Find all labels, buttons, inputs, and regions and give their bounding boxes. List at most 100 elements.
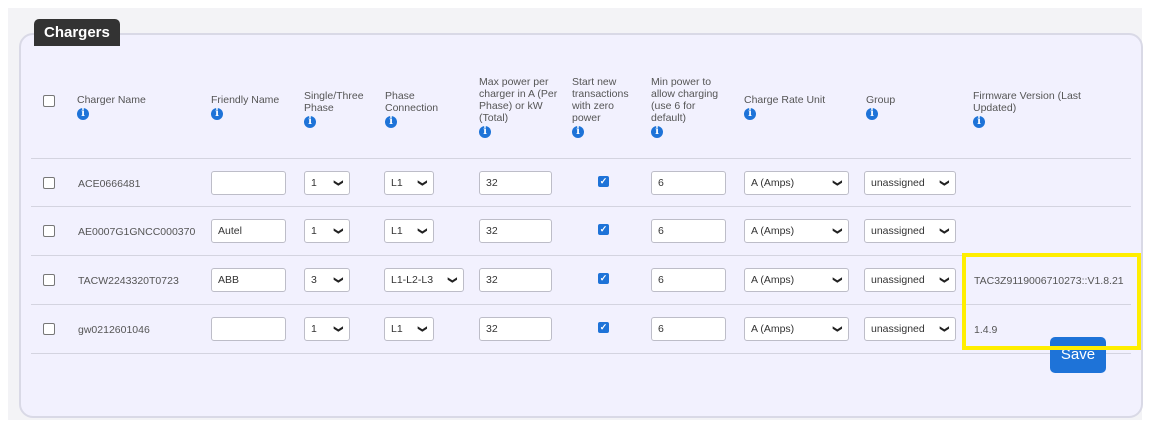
chevron-down-icon: ❯ (940, 179, 951, 187)
chevron-down-icon: ❯ (334, 227, 345, 235)
chevron-down-icon: ❯ (833, 325, 844, 333)
header-firmware: Firmware Version (Last Updated) i (973, 90, 1083, 128)
info-icon[interactable]: i (304, 116, 316, 128)
zero-power-checkbox[interactable]: ✓ (598, 224, 609, 235)
header-phase-connection: Phase Connection i (385, 90, 451, 128)
max-power-input[interactable]: 32 (479, 317, 552, 341)
panel-title-tab: Chargers (34, 19, 120, 46)
group-select[interactable]: unassigned ❯ (864, 268, 956, 292)
chargers-panel: Charger Name i Friendly Name i Single/Th… (19, 33, 1143, 418)
firmware-version: 1.4.9 (974, 324, 998, 336)
group-value: unassigned (871, 225, 925, 237)
charger-name: AE0007G1GNCC000370 (78, 226, 196, 238)
phase-select[interactable]: 1 ❯ (304, 317, 350, 341)
phase-select[interactable]: 3 ❯ (304, 268, 350, 292)
header-max-power-label: Max power per charger in A (Per Phase) o… (479, 76, 558, 124)
save-button[interactable]: Save (1050, 337, 1106, 373)
header-charger-name: Charger Name i (77, 94, 167, 120)
row-checkbox[interactable] (43, 177, 55, 189)
charge-rate-unit-value: A (Amps) (751, 323, 795, 335)
chevron-down-icon: ❯ (940, 325, 951, 333)
header-firmware-label: Firmware Version (Last Updated) (973, 90, 1081, 114)
header-group-label: Group (866, 94, 896, 106)
select-all-checkbox[interactable] (43, 95, 55, 107)
phase-select-value: 1 (311, 225, 317, 237)
row-divider (31, 353, 1131, 354)
row-checkbox[interactable] (43, 274, 55, 286)
phase-connection-select[interactable]: L1 ❯ (384, 171, 434, 195)
header-charger-name-label: Charger Name (77, 94, 146, 106)
min-power-input[interactable]: 6 (651, 317, 726, 341)
firmware-version: TAC3Z9119006710273::V1.8.21 (974, 275, 1124, 287)
phase-select-value: 1 (311, 323, 317, 335)
chevron-down-icon: ❯ (418, 179, 429, 187)
phase-connection-select[interactable]: L1 ❯ (384, 317, 434, 341)
min-power-input[interactable]: 6 (651, 171, 726, 195)
charge-rate-unit-select[interactable]: A (Amps) ❯ (744, 171, 849, 195)
group-select[interactable]: unassigned ❯ (864, 219, 956, 243)
chevron-down-icon: ❯ (833, 276, 844, 284)
info-icon[interactable]: i (973, 116, 985, 128)
max-power-input[interactable]: 32 (479, 219, 552, 243)
info-icon[interactable]: i (572, 126, 584, 138)
row-divider (31, 304, 1131, 305)
header-phase: Single/Three Phase i (304, 90, 370, 128)
charge-rate-unit-select[interactable]: A (Amps) ❯ (744, 317, 849, 341)
group-value: unassigned (871, 177, 925, 189)
header-group: Group i (866, 94, 926, 120)
phase-connection-select[interactable]: L1-L2-L3 ❯ (384, 268, 464, 292)
friendly-name-input[interactable]: Autel (211, 219, 286, 243)
group-value: unassigned (871, 274, 925, 286)
min-power-input[interactable]: 6 (651, 219, 726, 243)
group-select[interactable]: unassigned ❯ (864, 171, 956, 195)
info-icon[interactable]: i (651, 126, 663, 138)
max-power-input[interactable]: 32 (479, 171, 552, 195)
row-divider (31, 255, 1131, 256)
row-checkbox[interactable] (43, 323, 55, 335)
info-icon[interactable]: i (385, 116, 397, 128)
zero-power-checkbox[interactable]: ✓ (598, 322, 609, 333)
group-select[interactable]: unassigned ❯ (864, 317, 956, 341)
phase-connection-value: L1-L2-L3 (391, 274, 434, 286)
zero-power-checkbox[interactable]: ✓ (598, 273, 609, 284)
header-min-power-label: Min power to allow charging (use 6 for d… (651, 76, 719, 124)
charge-rate-unit-select[interactable]: A (Amps) ❯ (744, 219, 849, 243)
chevron-down-icon: ❯ (418, 227, 429, 235)
zero-power-checkbox[interactable]: ✓ (598, 176, 609, 187)
info-icon[interactable]: i (77, 108, 89, 120)
header-phase-connection-label: Phase Connection (385, 90, 439, 114)
header-friendly-name-label: Friendly Name (211, 94, 280, 106)
info-icon[interactable]: i (744, 108, 756, 120)
chevron-down-icon: ❯ (418, 325, 429, 333)
friendly-name-input[interactable]: ABB (211, 268, 286, 292)
header-start-zero-power-label: Start new transactions with zero power (572, 76, 629, 124)
charge-rate-unit-select[interactable]: A (Amps) ❯ (744, 268, 849, 292)
chevron-down-icon: ❯ (334, 276, 345, 284)
phase-select[interactable]: 1 ❯ (304, 219, 350, 243)
header-friendly-name: Friendly Name i (211, 94, 291, 120)
chevron-down-icon: ❯ (448, 276, 459, 284)
phase-connection-select[interactable]: L1 ❯ (384, 219, 434, 243)
header-charge-rate-unit: Charge Rate Unit i (744, 94, 854, 120)
charge-rate-unit-value: A (Amps) (751, 177, 795, 189)
info-icon[interactable]: i (211, 108, 223, 120)
info-icon[interactable]: i (866, 108, 878, 120)
chevron-down-icon: ❯ (334, 179, 345, 187)
row-checkbox[interactable] (43, 225, 55, 237)
header-max-power: Max power per charger in A (Per Phase) o… (479, 76, 567, 138)
friendly-name-input[interactable] (211, 171, 286, 195)
header-charge-rate-unit-label: Charge Rate Unit (744, 94, 826, 106)
charge-rate-unit-value: A (Amps) (751, 225, 795, 237)
phase-connection-value: L1 (391, 225, 403, 237)
charger-name: TACW2243320T0723 (78, 275, 179, 287)
phase-select[interactable]: 1 ❯ (304, 171, 350, 195)
chevron-down-icon: ❯ (334, 325, 345, 333)
phase-connection-value: L1 (391, 323, 403, 335)
chevron-down-icon: ❯ (833, 227, 844, 235)
row-divider (31, 206, 1131, 207)
friendly-name-input[interactable] (211, 317, 286, 341)
min-power-input[interactable]: 6 (651, 268, 726, 292)
max-power-input[interactable]: 32 (479, 268, 552, 292)
charger-name: gw0212601046 (78, 324, 150, 336)
info-icon[interactable]: i (479, 126, 491, 138)
